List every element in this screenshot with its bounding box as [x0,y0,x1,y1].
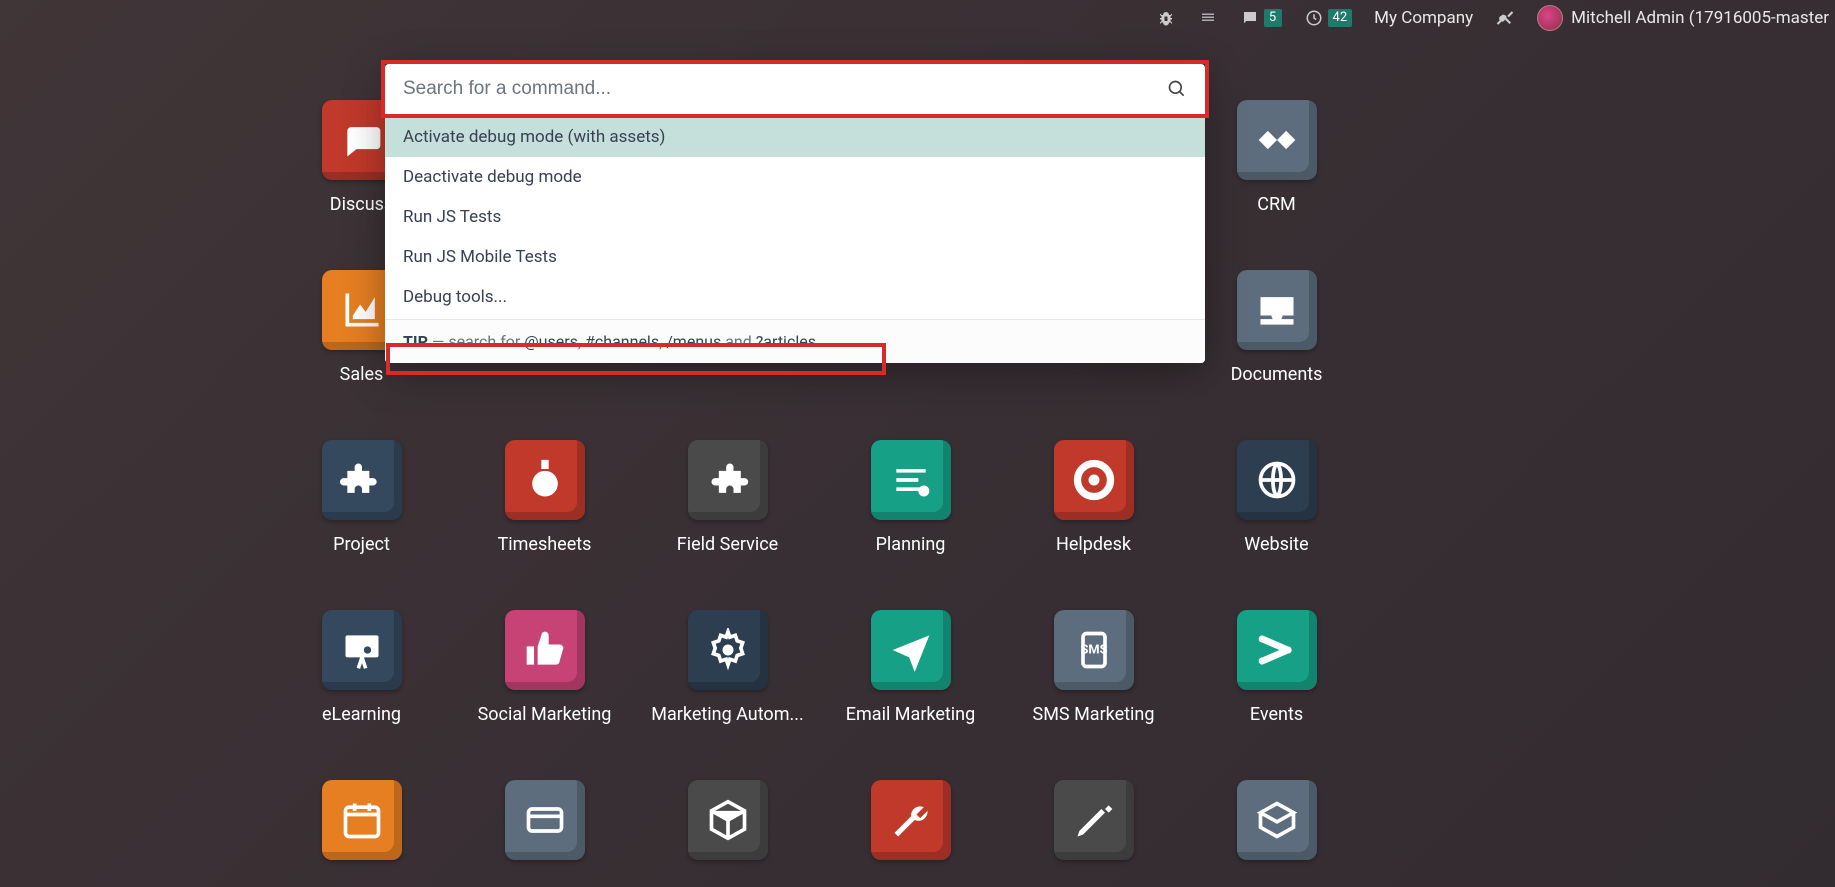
clock-icon [1304,8,1324,28]
user-name: Mitchell Admin (17916005-master [1571,8,1829,28]
app-label: Planning [876,534,946,555]
app-label: Helpdesk [1056,534,1131,555]
app-planning[interactable]: Planning [819,440,1002,555]
tray-icon[interactable] [1198,8,1218,28]
app-events[interactable]: Events [1185,610,1368,725]
app-icon [322,440,402,520]
app-label: Website [1244,534,1308,555]
app-project[interactable]: Project [270,440,453,555]
app-icon [505,440,585,520]
app-label: Project [333,534,390,555]
app-label: Sales [340,364,384,385]
app-slot-28[interactable] [1002,780,1185,874]
app-label: Timesheets [498,534,592,555]
app-elearning[interactable]: eLearning [270,610,453,725]
command-tip: TIP — search for @users, #channels, /men… [385,319,1205,363]
app-label: SMS Marketing [1033,704,1155,725]
app-icon [688,780,768,860]
app-helpdesk[interactable]: Helpdesk [1002,440,1185,555]
company-selector[interactable]: My Company [1374,8,1473,28]
command-item[interactable]: Run JS Mobile Tests [385,237,1205,277]
app-icon [1237,100,1317,180]
tools-icon[interactable] [1495,8,1515,28]
app-icon [1237,270,1317,350]
app-slot-29[interactable] [1185,780,1368,874]
app-icon [1054,780,1134,860]
command-item[interactable]: Deactivate debug mode [385,157,1205,197]
user-menu[interactable]: Mitchell Admin (17916005-master [1537,5,1829,31]
app-social-marketing[interactable]: Social Marketing [453,610,636,725]
messages-badge: 5 [1264,9,1282,27]
bug-icon[interactable] [1156,8,1176,28]
app-label: eLearning [322,704,401,725]
app-icon [505,780,585,860]
app-icon [1237,440,1317,520]
app-icon [871,440,951,520]
app-label: Discuss [330,194,393,215]
command-palette: Activate debug mode (with assets)Deactiv… [385,64,1205,363]
activities-badge: 42 [1328,9,1353,27]
app-slot-26[interactable] [636,780,819,874]
messages-indicator[interactable]: 5 [1240,8,1282,28]
app-icon [505,610,585,690]
app-icon [871,780,951,860]
tip-label: TIP [403,332,428,351]
app-sms-marketing[interactable]: SMS SMS Marketing [1002,610,1185,725]
app-label: Events [1250,704,1303,725]
app-icon [322,780,402,860]
avatar [1537,5,1563,31]
app-icon [322,610,402,690]
command-item[interactable]: Activate debug mode (with assets) [385,117,1205,157]
app-email-marketing[interactable]: Email Marketing [819,610,1002,725]
app-slot-24[interactable] [270,780,453,874]
app-icon: SMS [1054,610,1134,690]
app-website[interactable]: Website [1185,440,1368,555]
svg-text:SMS: SMS [1080,643,1107,658]
app-label: Social Marketing [478,704,612,725]
activities-indicator[interactable]: 42 [1304,8,1353,28]
app-marketing-autom-[interactable]: Marketing Autom... [636,610,819,725]
app-icon [1237,780,1317,860]
app-label: Email Marketing [846,704,975,725]
app-label: Marketing Autom... [651,704,803,725]
top-navbar: 5 42 My Company Mitchell Admin (17916005… [1156,0,1835,36]
search-icon [1167,79,1187,99]
app-label: Documents [1231,364,1323,385]
app-icon [688,440,768,520]
app-slot-27[interactable] [819,780,1002,874]
app-documents[interactable]: Documents [1185,270,1368,385]
command-item[interactable]: Run JS Tests [385,197,1205,237]
app-label: Field Service [677,534,778,555]
app-label: CRM [1257,194,1296,215]
app-crm[interactable]: CRM [1185,100,1368,215]
command-search-input[interactable] [403,78,1167,100]
app-timesheets[interactable]: Timesheets [453,440,636,555]
app-icon [1237,610,1317,690]
app-field-service[interactable]: Field Service [636,440,819,555]
app-icon [871,610,951,690]
command-search-row [385,64,1205,115]
app-icon [1054,440,1134,520]
command-item[interactable]: Debug tools... [385,277,1205,317]
app-icon [688,610,768,690]
messages-icon [1240,8,1260,28]
command-list: Activate debug mode (with assets)Deactiv… [385,115,1205,319]
app-slot-25[interactable] [453,780,636,874]
